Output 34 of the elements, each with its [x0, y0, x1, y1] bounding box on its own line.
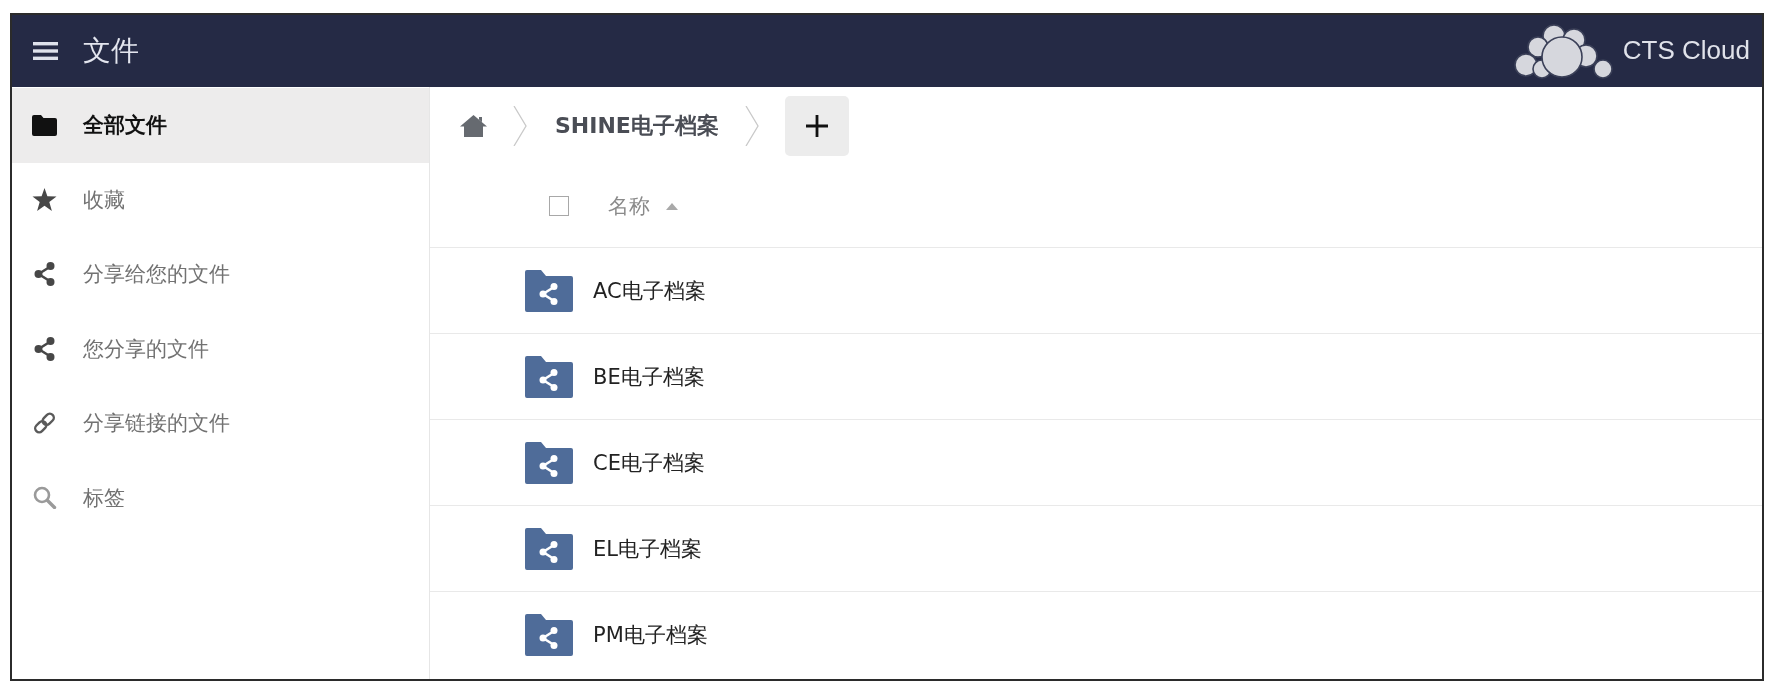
share-icon	[32, 336, 57, 361]
shared-folder-icon	[525, 441, 573, 484]
sidebar-item[interactable]: 分享给您的文件	[12, 237, 429, 312]
sidebar-item[interactable]: 您分享的文件	[12, 311, 429, 386]
file-name[interactable]: CE电子档案	[593, 448, 705, 477]
menu-icon[interactable]	[33, 42, 58, 60]
brand-name: CTS Cloud	[1622, 35, 1750, 67]
add-button[interactable]	[784, 96, 849, 156]
star-icon	[32, 188, 57, 212]
app-title: 文件	[83, 34, 139, 68]
link-icon	[32, 411, 57, 436]
shared-folder-icon	[525, 614, 573, 656]
sidebar-item[interactable]: 全部文件	[12, 88, 429, 163]
home-icon[interactable]	[460, 115, 487, 137]
plus-icon	[805, 115, 828, 137]
file-name[interactable]: BE电子档案	[593, 362, 705, 391]
cloud-logo-icon	[1513, 23, 1614, 79]
shared-folder-icon	[525, 355, 573, 398]
shared-folder-icon	[525, 269, 573, 312]
file-name[interactable]: PM电子档案	[593, 621, 708, 649]
sidebar-item[interactable]: 分享链接的文件	[12, 386, 429, 461]
chevron-icon	[513, 106, 527, 146]
breadcrumb-link[interactable]: SHINE电子档案	[555, 111, 719, 141]
name-column-header[interactable]: 名称	[608, 192, 678, 220]
shared-folder-icon	[525, 527, 573, 570]
sidebar-item[interactable]: 收藏	[12, 162, 429, 237]
folder-icon	[32, 114, 57, 136]
share-icon	[32, 262, 57, 287]
sidebar-item[interactable]: 标签	[12, 460, 429, 535]
search-icon	[32, 486, 57, 510]
file-name[interactable]: EL电子档案	[593, 534, 702, 563]
chevron-icon	[744, 106, 759, 146]
select-all-checkbox[interactable]	[549, 196, 569, 216]
file-name[interactable]: AC电子档案	[593, 276, 706, 305]
